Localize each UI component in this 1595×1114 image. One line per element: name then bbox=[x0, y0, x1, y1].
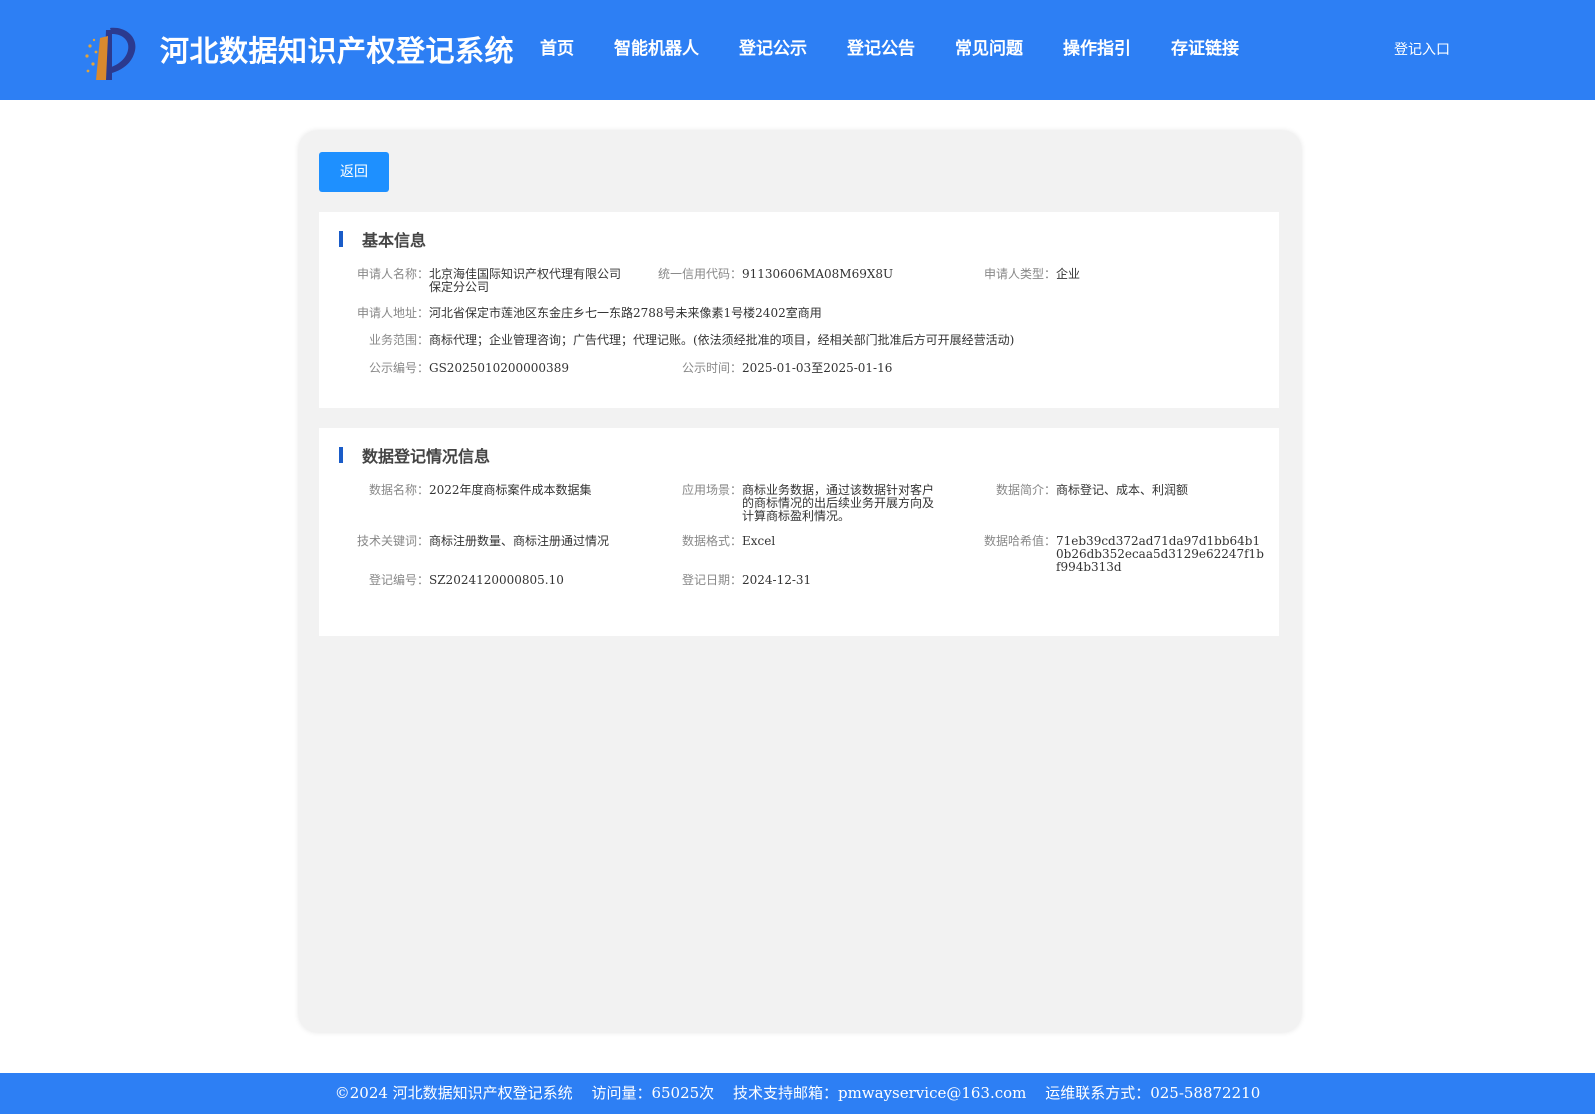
field-label: 数据简介： bbox=[995, 483, 1056, 497]
field-label: 登记编号： bbox=[368, 573, 429, 587]
footer-copyright: ©2024 河北数据知识产权登记系统 bbox=[334, 1084, 573, 1102]
section-accent-bar bbox=[339, 447, 343, 463]
field-label: 公示编号： bbox=[368, 361, 429, 375]
field-applicant-address: 申请人地址： 河北省保定市莲池区东金庄乡七一东路2788号未来像素1号楼2402… bbox=[357, 306, 1249, 320]
footer-info: ©2024 河北数据知识产权登记系统 访问量：65025次 技术支持邮箱：pmw… bbox=[0, 1073, 1595, 1114]
data-registration-panel: 数据登记情况信息 数据名称： 2022年度商标案件成本数据集 应用场景： 商标业… bbox=[319, 428, 1279, 636]
field-notice-time: 公示时间： 2025-01-03至2025-01-16 bbox=[682, 361, 992, 375]
field-value: 2024-12-31 bbox=[742, 573, 812, 587]
field-applicant-type: 申请人类型： 企业 bbox=[984, 267, 1256, 281]
field-value: 71eb39cd372ad71da97d1bb64b10b26db352ecaa… bbox=[1056, 534, 1264, 574]
field-label: 数据名称： bbox=[368, 483, 429, 497]
field-tech-keywords: 技术关键词： 商标注册数量、商标注册通过情况 bbox=[357, 534, 659, 548]
nav-item-robot[interactable]: 智能机器人 bbox=[614, 34, 699, 59]
field-registration-number: 登记编号： SZ2024120000805.10 bbox=[369, 573, 649, 587]
section-title-basic: 基本信息 bbox=[362, 231, 427, 250]
field-value: 2025-01-03至2025-01-16 bbox=[742, 361, 893, 375]
nav-item-announcement[interactable]: 登记公告 bbox=[847, 34, 915, 59]
field-data-name: 数据名称： 2022年度商标案件成本数据集 bbox=[369, 483, 649, 497]
field-label: 技术关键词： bbox=[356, 534, 429, 548]
field-value: 商标登记、成本、利润额 bbox=[1056, 483, 1189, 497]
login-link[interactable]: 登记入口 bbox=[1394, 39, 1450, 59]
field-label: 业务范围： bbox=[368, 333, 429, 347]
field-label: 申请人名称： bbox=[356, 267, 429, 281]
footer-support-email: 技术支持邮箱：pmwayservice@163.com bbox=[732, 1084, 1027, 1102]
field-value: 商标代理；企业管理咨询；广告代理；代理记账。(依法须经批准的项目，经相关部门批准… bbox=[429, 333, 1015, 347]
field-label: 申请人类型： bbox=[983, 267, 1056, 281]
field-label: 应用场景： bbox=[681, 483, 742, 497]
field-value: 河北省保定市莲池区东金庄乡七一东路2788号未来像素1号楼2402室商用 bbox=[429, 306, 822, 320]
section-accent-bar bbox=[339, 231, 343, 247]
field-business-scope: 业务范围： 商标代理；企业管理咨询；广告代理；代理记账。(依法须经批准的项目，经… bbox=[369, 333, 1249, 347]
nav-item-guide[interactable]: 操作指引 bbox=[1063, 34, 1131, 59]
field-value: 商标业务数据，通过该数据针对客户的商标情况的出后续业务开展方向及计算商标盈利情况… bbox=[742, 483, 935, 523]
field-value: 北京海佳国际知识产权代理有限公司保定分公司 bbox=[429, 267, 622, 294]
detail-container: 返回 基本信息 申请人名称： 北京海佳国际知识产权代理有限公司保定分公司 统一信… bbox=[299, 131, 1301, 1032]
field-value: 2022年度商标案件成本数据集 bbox=[429, 483, 592, 497]
field-label: 统一信用代码： bbox=[657, 267, 742, 281]
back-button[interactable]: 返回 bbox=[319, 152, 389, 192]
field-value: 企业 bbox=[1056, 267, 1081, 281]
field-value: Excel bbox=[742, 534, 776, 548]
nav-item-publicity[interactable]: 登记公示 bbox=[739, 34, 807, 59]
field-registration-date: 登记日期： 2024-12-31 bbox=[682, 573, 942, 587]
field-value: 商标注册数量、商标注册通过情况 bbox=[429, 534, 610, 548]
field-label: 登记日期： bbox=[681, 573, 742, 587]
p-logo-icon[interactable] bbox=[82, 24, 136, 80]
field-value: 91130606MA08M69X8U bbox=[742, 267, 894, 281]
field-applicant-name: 申请人名称： 北京海佳国际知识产权代理有限公司保定分公司 bbox=[357, 267, 629, 294]
field-data-hash: 数据哈希值： 71eb39cd372ad71da97d1bb64b10b26db… bbox=[984, 534, 1264, 574]
field-data-summary: 数据简介： 商标登记、成本、利润额 bbox=[996, 483, 1261, 497]
footer-contact: 运维联系方式：025-58872210 bbox=[1045, 1084, 1261, 1102]
top-header: 河北数据知识产权登记系统 首页 智能机器人 登记公示 登记公告 常见问题 操作指… bbox=[0, 0, 1595, 100]
page-footer: ©2024 河北数据知识产权登记系统 访问量：65025次 技术支持邮箱：pmw… bbox=[0, 1073, 1595, 1114]
field-data-format: 数据格式： Excel bbox=[682, 534, 942, 548]
site-title: 河北数据知识产权登记系统 bbox=[160, 34, 515, 68]
field-label: 公示时间： bbox=[681, 361, 742, 375]
field-value: SZ2024120000805.10 bbox=[429, 573, 564, 587]
nav-item-faq[interactable]: 常见问题 bbox=[955, 34, 1023, 59]
basic-info-panel: 基本信息 申请人名称： 北京海佳国际知识产权代理有限公司保定分公司 统一信用代码… bbox=[319, 212, 1279, 408]
field-label: 数据哈希值： bbox=[983, 534, 1056, 548]
section-title-data: 数据登记情况信息 bbox=[362, 447, 491, 466]
field-application-scenario: 应用场景： 商标业务数据，通过该数据针对客户的商标情况的出后续业务开展方向及计算… bbox=[682, 483, 937, 523]
field-notice-number: 公示编号： GS2025010200000389 bbox=[369, 361, 649, 375]
field-value: GS2025010200000389 bbox=[429, 361, 569, 375]
field-credit-code: 统一信用代码： 91130606MA08M69X8U bbox=[658, 267, 962, 281]
footer-visits: 访问量：65025次 bbox=[591, 1084, 715, 1102]
field-label: 申请人地址： bbox=[356, 306, 429, 320]
nav-item-evidence-link[interactable]: 存证链接 bbox=[1171, 34, 1239, 59]
nav-item-home[interactable]: 首页 bbox=[540, 34, 574, 59]
field-label: 数据格式： bbox=[681, 534, 742, 548]
